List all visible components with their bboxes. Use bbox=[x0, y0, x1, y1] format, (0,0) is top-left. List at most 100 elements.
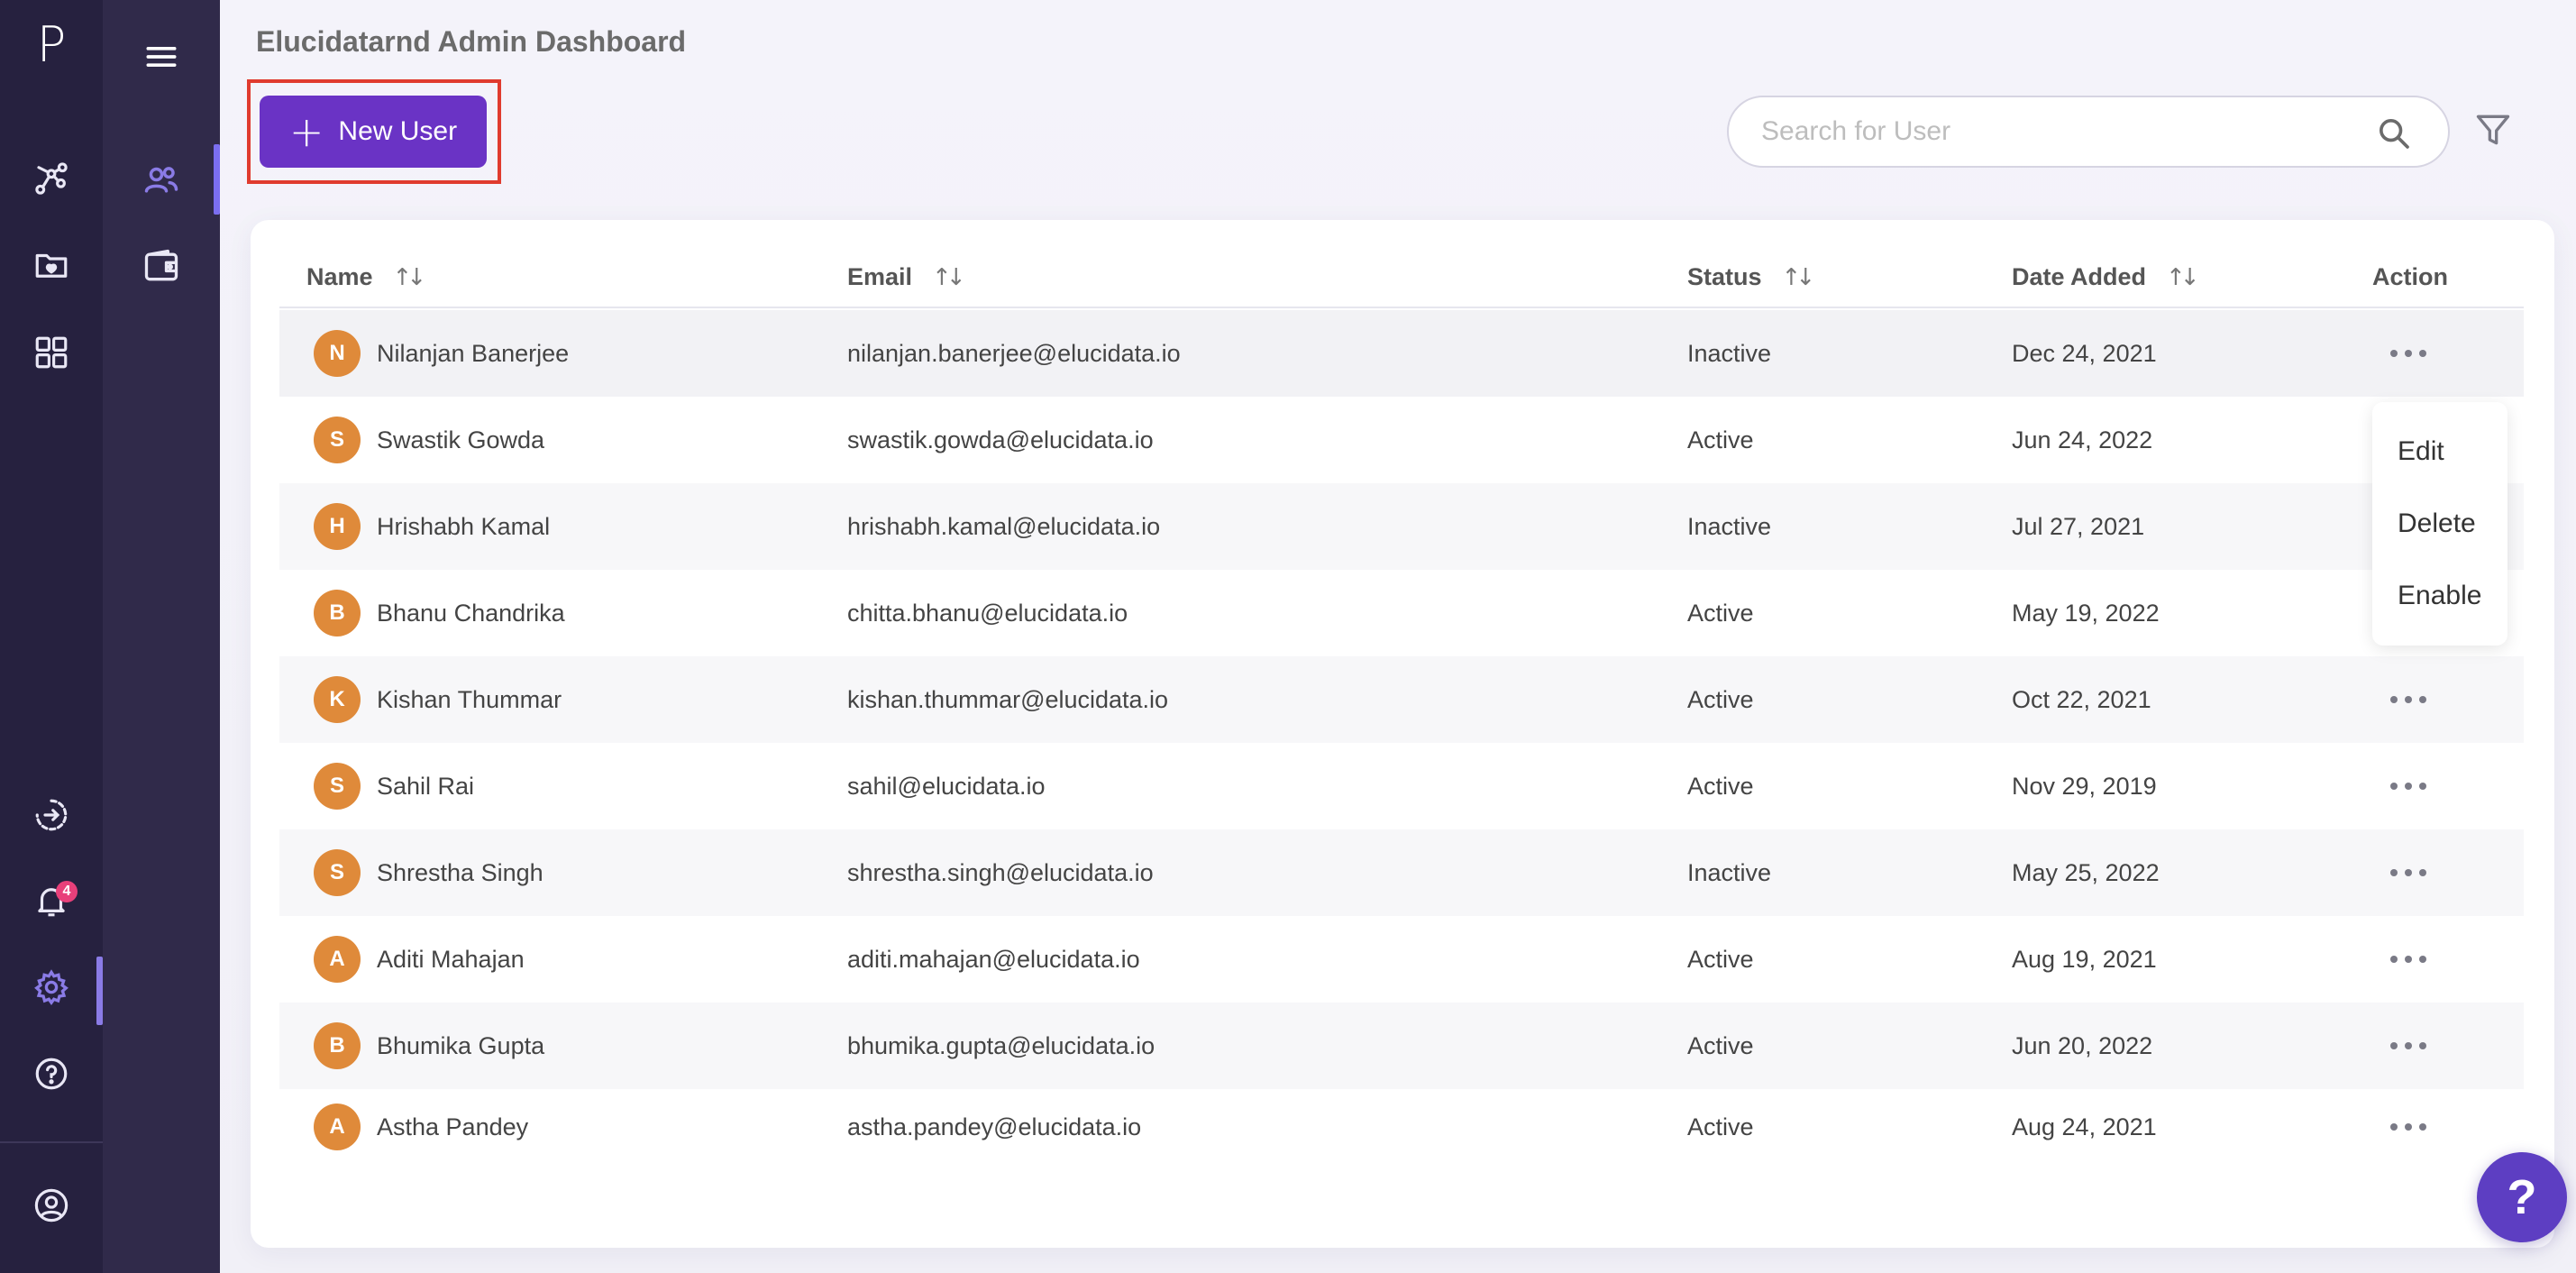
column-header-date-added[interactable]: Date Added ↑↓ bbox=[2012, 263, 2200, 291]
menu-toggle[interactable] bbox=[103, 22, 220, 92]
more-actions-icon[interactable] bbox=[2383, 339, 2434, 368]
favorites-folder-icon bbox=[35, 253, 68, 278]
menu-item-delete[interactable]: Delete bbox=[2398, 508, 2476, 539]
user-name: Sahil Rai bbox=[377, 772, 475, 800]
user-email: nilanjan.banerjee@elucidata.io bbox=[847, 339, 1181, 367]
filter-icon[interactable] bbox=[2473, 110, 2513, 150]
wallet-icon bbox=[144, 249, 178, 281]
more-actions-icon[interactable] bbox=[2383, 1031, 2434, 1060]
user-name: Nilanjan Banerjee bbox=[377, 339, 570, 367]
user-email: aditi.mahajan@elucidata.io bbox=[847, 945, 1140, 973]
user-date-added: May 19, 2022 bbox=[2012, 599, 2160, 627]
user-status: Active bbox=[1687, 945, 1754, 973]
avatar: B bbox=[314, 590, 361, 636]
rail-account[interactable] bbox=[0, 1173, 103, 1238]
search-box bbox=[1727, 96, 2450, 168]
user-status: Inactive bbox=[1687, 339, 1772, 367]
rail-notifications[interactable]: 4 bbox=[0, 868, 103, 933]
avatar: A bbox=[314, 1104, 361, 1150]
subnav-wallet[interactable] bbox=[103, 231, 220, 301]
subnav-users[interactable] bbox=[103, 144, 220, 215]
more-actions-icon[interactable] bbox=[2383, 772, 2434, 801]
user-name: Swastik Gowda bbox=[377, 426, 545, 453]
column-header-action: Action bbox=[2372, 263, 2448, 290]
table-row[interactable]: H Hrishabh Kamal hrishabh.kamal@elucidata… bbox=[279, 483, 2524, 570]
user-email: bhumika.gupta@elucidata.io bbox=[847, 1031, 1156, 1059]
table-row[interactable]: S Shrestha Singh shrestha.singh@elucidata… bbox=[279, 829, 2524, 916]
new-user-highlight: + New User bbox=[247, 79, 501, 184]
table-row[interactable]: A Aditi Mahajan aditi.mahajan@elucidata.i… bbox=[279, 916, 2524, 1003]
new-user-label: New User bbox=[338, 116, 458, 146]
table-row[interactable]: S Sahil Rai sahil@elucidata.io Active Nov… bbox=[279, 743, 2524, 829]
avatar: B bbox=[314, 1022, 361, 1069]
user-name: Shrestha Singh bbox=[377, 858, 544, 886]
search-icon[interactable] bbox=[2376, 115, 2412, 151]
more-actions-icon[interactable] bbox=[2383, 1113, 2434, 1141]
new-user-button[interactable]: + New User bbox=[260, 96, 487, 168]
column-header-email[interactable]: Email ↑↓ bbox=[847, 263, 966, 291]
column-header-status[interactable]: Status ↑↓ bbox=[1687, 263, 1815, 291]
rail-logout[interactable] bbox=[0, 783, 103, 847]
more-actions-icon[interactable] bbox=[2383, 685, 2434, 714]
user-date-added: Jun 24, 2022 bbox=[2012, 426, 2153, 453]
avatar: S bbox=[314, 849, 361, 896]
help-fab-button[interactable]: ? bbox=[2477, 1152, 2567, 1242]
account-icon bbox=[34, 1188, 69, 1223]
hamburger-icon bbox=[146, 46, 177, 67]
more-actions-icon[interactable] bbox=[2383, 945, 2434, 974]
user-name: Bhumika Gupta bbox=[377, 1031, 545, 1059]
user-date-added: May 25, 2022 bbox=[2012, 858, 2160, 886]
menu-item-edit[interactable]: Edit bbox=[2398, 436, 2444, 467]
column-header-name[interactable]: Name ↑↓ bbox=[306, 263, 426, 291]
user-date-added: Jun 20, 2022 bbox=[2012, 1031, 2153, 1059]
user-email: kishan.thummar@elucidata.io bbox=[847, 685, 1169, 713]
sort-icon[interactable]: ↑↓ bbox=[2166, 264, 2199, 291]
rail-favorites[interactable] bbox=[0, 233, 103, 298]
table-row[interactable]: B Bhumika Gupta bhumika.gupta@elucidata.i… bbox=[279, 1003, 2524, 1089]
page-title: Elucidatarnd Admin Dashboard bbox=[256, 25, 687, 58]
users-table-card: Name ↑↓ Email ↑↓ Status ↑↓ Date Added ↑↓ Act… bbox=[251, 220, 2554, 1248]
avatar: K bbox=[314, 676, 361, 723]
table-row[interactable]: S Swastik Gowda swastik.gowda@elucidata.i… bbox=[279, 397, 2524, 483]
search-input[interactable] bbox=[1761, 112, 2347, 151]
sort-icon[interactable]: ↑↓ bbox=[932, 264, 965, 291]
user-name: Aditi Mahajan bbox=[377, 945, 525, 973]
table-row[interactable]: K Kishan Thummar kishan.thummar@elucidata… bbox=[279, 656, 2524, 743]
logout-icon bbox=[35, 799, 68, 831]
user-status: Active bbox=[1687, 772, 1754, 800]
avatar: N bbox=[314, 330, 361, 377]
secondary-sidebar bbox=[103, 0, 220, 1273]
table-row[interactable]: A Astha Pandey astha.pandey@elucidata.io … bbox=[279, 1089, 2524, 1154]
users-icon bbox=[144, 167, 178, 193]
table-row[interactable]: B Bhanu Chandrika chitta.bhanu@elucidata.… bbox=[279, 570, 2524, 656]
user-status: Active bbox=[1687, 1113, 1754, 1140]
rail-workflow[interactable] bbox=[0, 146, 103, 211]
rail-settings[interactable] bbox=[0, 955, 103, 1025]
user-email: astha.pandey@elucidata.io bbox=[847, 1113, 1142, 1140]
user-email: shrestha.singh@elucidata.io bbox=[847, 858, 1154, 886]
row-action-menu: Edit Delete Enable bbox=[2372, 402, 2507, 646]
user-email: swastik.gowda@elucidata.io bbox=[847, 426, 1154, 453]
workflow-icon bbox=[35, 162, 68, 195]
rail-help[interactable] bbox=[0, 1041, 103, 1106]
user-status: Active bbox=[1687, 426, 1754, 453]
table-row[interactable]: N Nilanjan Banerjee nilanjan.banerjee@elu… bbox=[279, 310, 2524, 397]
more-actions-icon[interactable] bbox=[2383, 858, 2434, 887]
user-status: Inactive bbox=[1687, 512, 1772, 540]
sort-icon[interactable]: ↑↓ bbox=[1782, 264, 1815, 291]
user-date-added: Aug 19, 2021 bbox=[2012, 945, 2157, 973]
user-status: Active bbox=[1687, 599, 1754, 627]
user-email: hrishabh.kamal@elucidata.io bbox=[847, 512, 1161, 540]
user-email: sahil@elucidata.io bbox=[847, 772, 1046, 800]
menu-item-enable[interactable]: Enable bbox=[2398, 581, 2481, 611]
sort-icon[interactable]: ↑↓ bbox=[393, 264, 426, 291]
user-name: Astha Pandey bbox=[377, 1113, 529, 1140]
app-logo[interactable]: P bbox=[0, 16, 103, 74]
user-status: Inactive bbox=[1687, 858, 1772, 886]
user-email: chitta.bhanu@elucidata.io bbox=[847, 599, 1128, 627]
avatar: S bbox=[314, 763, 361, 810]
help-circle-icon bbox=[35, 1058, 68, 1090]
rail-apps[interactable] bbox=[0, 320, 103, 385]
user-name: Hrishabh Kamal bbox=[377, 512, 551, 540]
avatar: S bbox=[314, 417, 361, 463]
